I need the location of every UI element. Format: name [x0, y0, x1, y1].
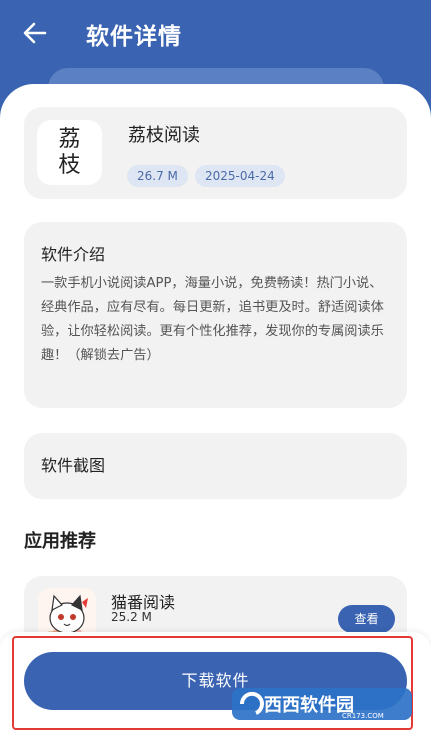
svg-text:CR173.COM: CR173.COM — [342, 712, 384, 720]
screenshots-title: 软件截图 — [41, 456, 106, 475]
page-title: 软件详情 — [86, 24, 182, 50]
rec-app-size: 25.2 M — [111, 610, 152, 624]
intro-title: 软件介绍 — [41, 245, 106, 264]
app-name: 荔枝阅读 — [128, 125, 200, 146]
recommend-section-title: 应用推荐 — [24, 531, 96, 552]
app-icon-char-1: 荔 — [58, 126, 81, 152]
intro-text: 一款手机小说阅读APP，海量小说，免费畅读！热门小说、经典作品，应有尽有。每日更… — [41, 276, 384, 363]
watermark-logo: 西西软件园 CR173.COM — [232, 685, 412, 723]
svg-text:西西软件园: 西西软件园 — [264, 694, 354, 716]
app-icon-char-2: 枝 — [58, 152, 81, 178]
app-icon: 荔 枝 — [37, 120, 102, 185]
view-button[interactable]: 查看 — [338, 605, 395, 633]
arrow-left-icon — [23, 22, 47, 44]
app-size-badge: 26.7 M — [127, 165, 188, 187]
app-date-badge: 2025-04-24 — [195, 165, 285, 187]
back-button[interactable] — [18, 18, 52, 48]
